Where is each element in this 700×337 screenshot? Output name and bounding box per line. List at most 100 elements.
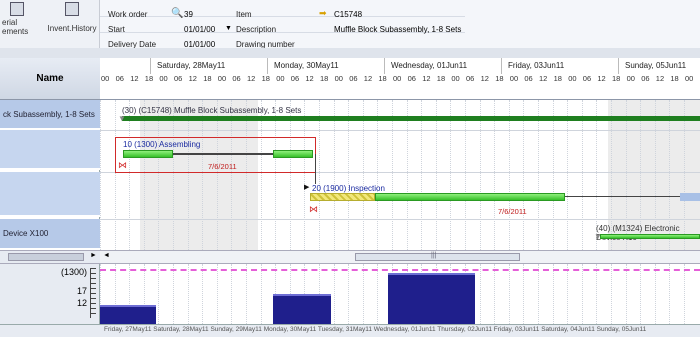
materials-button[interactable]: erial ements [0,0,44,46]
histogram-axis-ticks [90,268,96,318]
grid-line [143,100,145,250]
hour-tick-label: 12 [305,74,314,83]
grid-line [289,100,291,250]
grid-line [494,100,496,250]
hour-tick-label: 18 [320,74,329,83]
hour-ticks: 00 06 12 18 00 06 12 18 00 06 12 18 00 06 12 18 00 06 12 18… [100,58,700,100]
grid-line [523,100,525,250]
hour-tick-label: 00 [393,74,402,83]
work-order-lookup-icon[interactable]: 🔍 [171,8,183,19]
grid-line [187,100,189,250]
scroll-thumb-grip: ||| [431,252,437,259]
hour-tick-label: 12 [480,74,489,83]
op20-date: 7/6/2011 [498,207,527,216]
histogram-bar[interactable] [273,294,331,324]
name-scrollbar[interactable]: ► [0,250,100,264]
hour-tick-label: 06 [582,74,592,83]
grid-line [114,100,116,250]
item-field[interactable]: C15748 [334,10,362,19]
name-row-op20[interactable] [0,172,100,217]
grid-line [421,100,423,250]
gantt-chart[interactable]: (30) (C15748) Muffle Block Subassembly, … [100,100,700,250]
op20-setup-bar[interactable] [310,193,375,201]
histogram-bars [100,264,700,324]
grid-line [450,100,452,250]
name-column-header[interactable]: Name [0,58,100,100]
name-row-op10[interactable] [0,130,100,170]
hour-tick-label: 00 [217,74,227,83]
grid-line [173,100,174,250]
op10-deadline-marker-icon: ⋈ [118,160,127,170]
hour-tick-label: 00 [276,74,285,83]
inventory-history-icon [65,2,79,16]
timeline-scroll-thumb[interactable]: ||| [355,252,520,261]
materials-label-top: erial [2,18,18,27]
grid-line [246,100,247,250]
item-link-arrow-icon[interactable]: ➡ [319,8,327,19]
capacity-histogram[interactable] [100,264,700,324]
grid-line [216,100,218,250]
work-order-field[interactable]: 39 [184,10,193,19]
op10-bar-part1[interactable] [123,150,173,158]
histogram-bar[interactable] [388,273,475,324]
scroll-right-arrow-icon[interactable]: ► [90,252,97,259]
dropdown-arrow-icon[interactable]: ▼ [225,25,232,32]
name-scroll-thumb[interactable] [8,253,84,261]
op20-bar[interactable] [375,193,565,201]
grid-line [479,100,481,250]
timeline-header: Saturday, 28May11 Monday, 30May11 Wednes… [100,58,700,100]
hour-tick-label: 12 [188,74,197,83]
device-bar[interactable] [600,234,700,239]
grid-line [538,100,539,250]
inventory-history-button[interactable]: Invent.History [44,0,100,46]
hour-tick-label: 00 [685,74,694,83]
item-label: Item [236,10,252,19]
hour-tick-label: 06 [466,74,475,83]
hour-tick-label: 12 [130,74,139,83]
hour-tick-label: 06 [232,74,241,83]
histogram-axis: (1300) 17 12 [0,264,100,324]
hour-tick-label: 00 [451,74,460,83]
histogram-tick: 17 [76,286,87,296]
hour-tick-label: 06 [174,74,183,83]
hour-tick-label: 18 [203,74,212,83]
op10-date: 7/6/2011 [208,162,237,171]
hour-tick-label: 00 [334,74,343,83]
description-label: Description [236,25,277,34]
grid-line [392,100,393,250]
name-row-order[interactable]: ck Subassembly, 1-8 Sets [0,100,100,130]
op20-deadline-marker-icon: ⋈ [309,204,318,214]
grid-line [129,100,131,250]
dependency-arrow-icon: ▶ [304,184,310,191]
hour-tick-label: 12 [363,74,373,83]
op20-next-segment [680,193,700,201]
histogram-bar[interactable] [100,305,156,324]
grid-line [231,100,233,250]
scroll-left-arrow-icon[interactable]: ◄ [103,252,110,259]
histogram-resource-label: (1300) [60,267,87,277]
grid-line [100,100,101,250]
grid-line [202,100,204,250]
materials-icon [10,2,24,16]
name-row-device[interactable]: Device X100 [0,219,100,250]
op10-bar-part2[interactable] [273,150,313,158]
histogram-tick: 12 [76,298,87,308]
start-field[interactable]: 01/01/00 [184,25,215,34]
hour-tick-label: 12 [422,74,431,83]
hour-tick-label: 12 [655,74,665,83]
bottom-date-strip: Friday, 27May11 Saturday, 28May11 Sunday… [0,324,700,337]
hour-tick-label: 12 [247,74,256,83]
hour-tick-label: 18 [612,74,621,83]
hour-tick-label: 00 [568,74,577,83]
hour-tick-label: 18 [553,74,562,83]
device-bar-label: (40) (M1324) Electronic Device X10 [596,224,680,242]
hour-tick-label: 00 [101,74,110,83]
materials-label-bottom: ements [2,27,29,36]
order-bar[interactable] [122,116,700,121]
order-start-marker-icon: ▼ [118,114,126,123]
hour-tick-label: 00 [626,74,635,83]
op20-label: 20 (1900) Inspection [312,184,385,193]
description-field[interactable]: Muffle Block Subassembly, 1-8 Sets [334,25,461,34]
timeline-scrollbar[interactable]: ◄ ||| [100,250,700,264]
grid-line [319,100,320,250]
